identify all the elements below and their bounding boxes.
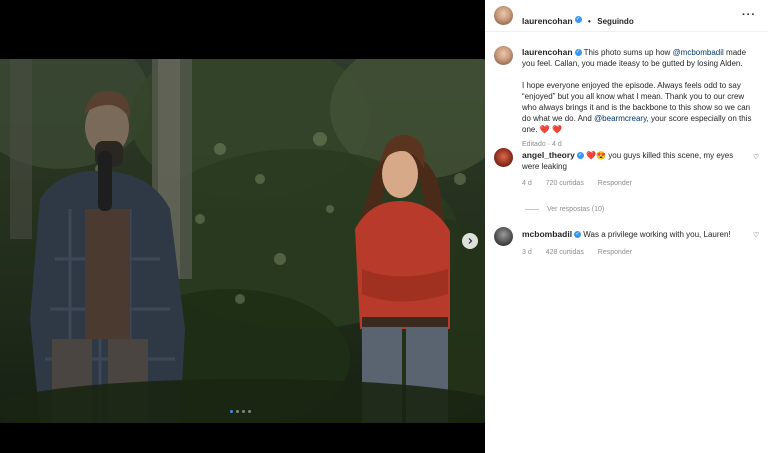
post-panel: laurencohan ✓ • Seguindo ··· laurencohan ✓… xyxy=(485,0,768,453)
mention-link[interactable]: @bearmcreary xyxy=(594,114,646,123)
caption-paragraph-2: I hope everyone enjoyed the episode. Alw… xyxy=(522,80,755,135)
avatar[interactable] xyxy=(494,227,513,246)
author-username[interactable]: laurencohan xyxy=(522,16,573,26)
verified-icon: ✓ xyxy=(574,49,582,57)
caption-edited: Editado · 4 d xyxy=(522,141,755,148)
carousel-next-button[interactable] xyxy=(462,233,478,249)
edited-label: Editado xyxy=(522,141,546,148)
photo-scene xyxy=(0,59,485,423)
comment-body: Was a privilege working with you, Lauren… xyxy=(583,230,731,239)
caption-username[interactable]: laurencohan xyxy=(522,47,573,57)
carousel-dot xyxy=(242,410,245,413)
edited-separator: · xyxy=(547,141,551,148)
mention-link[interactable]: @mcbombadil xyxy=(673,48,724,57)
comment-time[interactable]: 3 d xyxy=(522,249,532,256)
heart-eyes-emoji: ❤️😍 xyxy=(586,151,607,160)
heart-icon[interactable]: ♡ xyxy=(753,153,759,161)
verified-icon: ✓ xyxy=(574,231,582,239)
carousel-dot xyxy=(236,410,239,413)
separator-dot: • xyxy=(588,17,591,26)
comment-username[interactable]: angel_theory xyxy=(522,150,575,160)
heart-icon[interactable]: ♡ xyxy=(753,231,759,239)
comment-meta: 3 d 428 curtidas Responder xyxy=(522,249,744,256)
view-replies-label: Ver respostas (10) xyxy=(547,206,605,213)
chevron-right-icon xyxy=(468,238,473,244)
comment: mcbombadil ✓ Was a privilege working with… xyxy=(522,229,744,256)
comment-text: mcbombadil ✓ Was a privilege working with… xyxy=(522,229,744,240)
more-horizontal-icon[interactable]: ··· xyxy=(742,9,756,21)
comment-text: angel_theory ✓ ❤️😍 you guys killed this s… xyxy=(522,150,744,172)
comment-username[interactable]: mcbombadil xyxy=(522,229,572,239)
post-media xyxy=(0,0,485,453)
caption-text: This photo sums up how xyxy=(583,48,673,57)
comment-likes[interactable]: 720 curtidas xyxy=(546,180,584,187)
comment-meta: 4 d 720 curtidas Responder xyxy=(522,180,744,187)
carousel-dot xyxy=(248,410,251,413)
avatar[interactable] xyxy=(494,148,513,167)
edited-time[interactable]: 4 d xyxy=(552,141,562,148)
carousel-indicator xyxy=(230,410,251,413)
comment-likes[interactable]: 428 curtidas xyxy=(546,249,584,256)
verified-icon: ✓ xyxy=(574,16,582,24)
post-header: laurencohan ✓ • Seguindo ··· xyxy=(485,0,768,32)
caption-paragraph-1: laurencohan ✓ This photo sums up how @mcb… xyxy=(522,47,755,69)
post-photo[interactable] xyxy=(0,59,485,423)
caption: laurencohan ✓ This photo sums up how @mcb… xyxy=(522,47,755,148)
avatar[interactable] xyxy=(494,46,513,65)
view-replies-button[interactable]: Ver respostas (10) xyxy=(525,206,604,213)
verified-icon: ✓ xyxy=(576,152,584,160)
carousel-dot xyxy=(230,410,233,413)
comment: angel_theory ✓ ❤️😍 you guys killed this s… xyxy=(522,150,744,187)
heart-emoji: ❤️ ❤️ xyxy=(539,125,562,134)
divider-line xyxy=(525,208,539,210)
reply-button[interactable]: Responder xyxy=(598,249,632,256)
comment-time[interactable]: 4 d xyxy=(522,180,532,187)
reply-button[interactable]: Responder xyxy=(598,180,632,187)
follow-status-button[interactable]: Seguindo xyxy=(597,17,633,26)
avatar[interactable] xyxy=(494,6,513,25)
